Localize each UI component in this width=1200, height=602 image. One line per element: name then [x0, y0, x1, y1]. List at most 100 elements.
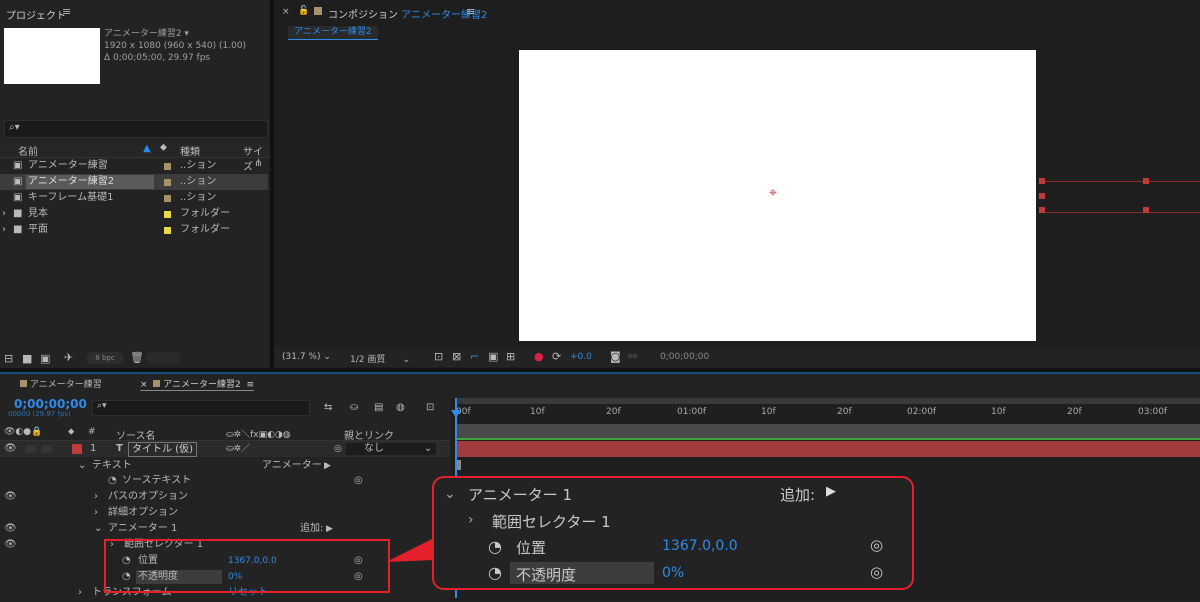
animator-menu[interactable]: アニメーター : — [262, 458, 328, 474]
col-parent-link[interactable]: 親とリンク — [344, 427, 394, 442]
panel-menu-icon[interactable]: ≡ — [244, 380, 254, 390]
panel-menu-icon[interactable]: ≡ — [466, 6, 475, 17]
graph-editor-icon[interactable]: ⊡ — [426, 402, 434, 413]
parent-select[interactable] — [346, 443, 436, 455]
chevron-down-icon[interactable]: ⌄ — [424, 441, 432, 457]
resolution-select[interactable]: 1/2 画質 ⌄ — [350, 352, 410, 365]
chevron-down-icon[interactable]: ⌄ — [78, 458, 86, 474]
panel-divider[interactable] — [270, 0, 274, 370]
timeline-search-input[interactable]: ⌕▾ — [92, 400, 310, 416]
region-of-interest-icon[interactable]: ⊡ — [434, 350, 443, 363]
close-icon[interactable]: × — [140, 380, 148, 390]
layer-duration-bar[interactable] — [456, 441, 1200, 457]
chevron-down-icon[interactable]: ▾ — [184, 29, 189, 39]
label-color-swatch[interactable] — [164, 227, 171, 234]
label-color-swatch[interactable] — [164, 179, 171, 186]
close-icon[interactable]: × — [282, 7, 290, 17]
project-item-name: キーフレーム基礎1 — [28, 192, 114, 203]
tab-timeline-1[interactable]: アニメーター練習 — [20, 377, 102, 390]
eye-icon[interactable]: 👁 — [4, 521, 17, 537]
time-ruler[interactable] — [456, 404, 1200, 422]
col-source-name[interactable]: ソース名 — [116, 427, 156, 442]
prop-animator-1[interactable]: 👁 ⌄ アニメーター 1 追加: ▶ — [0, 521, 450, 537]
bbox-handle[interactable] — [1143, 178, 1149, 184]
playhead-handle[interactable] — [451, 410, 461, 418]
add-menu[interactable]: 追加: — [300, 521, 323, 537]
chevron-down-icon[interactable]: ⌄ — [94, 521, 102, 537]
layer-switches[interactable]: ⛀✲／ — [226, 441, 250, 457]
eye-icon[interactable]: 👁 — [4, 441, 17, 457]
col-type[interactable]: 種類 — [180, 143, 200, 158]
chevron-right-icon[interactable]: › — [2, 222, 6, 238]
expression-spiral-icon[interactable]: ◎ — [354, 473, 363, 489]
sort-ascending-icon[interactable]: ▲ — [143, 143, 151, 154]
panel-divider[interactable] — [0, 368, 1200, 372]
comp-mini-flowchart-icon[interactable]: ⇆ — [324, 402, 332, 413]
eye-icon[interactable]: 👁 — [4, 537, 17, 553]
shy-icon[interactable]: ⛀ — [350, 402, 358, 413]
panel-menu-icon[interactable]: ≡ — [62, 6, 71, 17]
thumbnail-slider[interactable] — [146, 352, 180, 364]
col-name[interactable]: 名前 — [18, 143, 38, 158]
layer-row[interactable]: 👁 1 T タイトル (仮) ⛀✲／ ◎ なし ⌄ — [0, 441, 450, 457]
zoom-select[interactable]: (31.7 %) ⌄ — [282, 352, 331, 362]
prop-text[interactable]: ⌄ テキスト アニメーター : ▶ — [0, 458, 450, 474]
label-color-swatch[interactable] — [164, 211, 171, 218]
project-item-selected[interactable]: ▣ アニメーター練習2 ..ション — [0, 174, 268, 190]
timeline-timecode[interactable]: 0;00;00;00 — [14, 397, 87, 411]
label-tag-icon[interactable]: ⬥ — [160, 142, 167, 153]
label-color-swatch[interactable] — [164, 163, 171, 170]
bbox-handle[interactable] — [1143, 207, 1149, 213]
color-management-icon[interactable]: ⟳ — [552, 350, 561, 363]
trash-icon[interactable]: 🗑 — [130, 351, 144, 364]
prop-more-options[interactable]: › 詳細オプション — [0, 505, 450, 521]
bbox-handle[interactable] — [1039, 207, 1045, 213]
layer-name[interactable]: タイトル (仮) — [128, 442, 197, 457]
chevron-right-icon[interactable]: › — [94, 489, 98, 505]
project-folder[interactable]: › ■ 見本 フォルダー — [0, 206, 268, 222]
prop-path-options[interactable]: 👁 › パスのオプション — [0, 489, 450, 505]
guides-icon[interactable]: ▣ — [488, 350, 498, 363]
viewer-timecode[interactable]: 0;00;00;00 — [660, 352, 709, 362]
anchor-point-icon[interactable]: ⌖ — [769, 186, 783, 200]
motion-blur-icon[interactable]: ◍ — [396, 402, 405, 413]
project-settings-icon[interactable]: ✈ — [64, 351, 73, 364]
project-search-input[interactable]: ⌕▾ — [4, 120, 268, 138]
exposure-value[interactable]: +0.0 — [570, 352, 592, 362]
project-item[interactable]: ▣ キーフレーム基礎1 ..ション — [0, 190, 268, 206]
layer-bounding-box[interactable] — [1042, 181, 1200, 213]
composition-panel: × 🔓 コンポジション アニメーター練習2 ≡ アニメーター練習2 ⌖ (31.… — [274, 0, 1200, 370]
play-icon[interactable]: ▶ — [326, 521, 333, 537]
chevron-right-icon[interactable]: › — [94, 505, 98, 521]
new-composition-icon[interactable]: ▣ — [40, 352, 50, 365]
solo-switch[interactable] — [42, 445, 52, 453]
play-icon[interactable]: ▶ — [324, 458, 331, 474]
frame-blending-icon[interactable]: ▤ — [374, 402, 383, 413]
audio-switch[interactable] — [26, 445, 36, 453]
pickwhip-icon[interactable]: ◎ — [334, 441, 342, 457]
tab-timeline-2[interactable]: × アニメーター練習2 ≡ — [140, 377, 254, 391]
prop-source-text[interactable]: ◔ ソーステキスト ◎ — [0, 473, 450, 489]
channel-icon[interactable]: ● — [534, 350, 544, 363]
bbox-handle[interactable] — [1039, 178, 1045, 184]
project-folder[interactable]: › ■ 平面 フォルダー — [0, 222, 268, 238]
chevron-right-icon[interactable]: › — [78, 585, 82, 601]
prop-label: パスのオプション — [108, 491, 188, 502]
new-folder-icon[interactable]: ■ — [22, 352, 32, 365]
stopwatch-icon[interactable]: ◔ — [108, 473, 117, 489]
bbox-handle[interactable] — [1039, 193, 1045, 199]
safe-margins-icon[interactable]: ⊞ — [506, 350, 515, 363]
chevron-right-icon[interactable]: › — [2, 206, 6, 222]
lock-icon[interactable]: 🔓 — [298, 6, 309, 16]
snapshot-icon[interactable]: ◙ — [610, 350, 621, 363]
transparency-grid-icon[interactable]: ⊠ — [452, 350, 461, 363]
bpc-toggle[interactable]: 8 bpc — [86, 352, 124, 364]
label-color-swatch[interactable] — [164, 195, 171, 202]
interpret-footage-icon[interactable]: ⊟ — [4, 352, 13, 365]
project-item[interactable]: ▣ アニメーター練習 ..ション — [0, 158, 268, 174]
show-snapshot-icon[interactable]: ⚯ — [628, 350, 637, 363]
comp-subtab[interactable]: アニメーター練習2 — [288, 26, 378, 40]
eye-icon[interactable]: 👁 — [4, 489, 17, 505]
layer-label-color[interactable] — [72, 444, 82, 454]
mask-visibility-icon[interactable]: ⌐ — [470, 350, 479, 363]
